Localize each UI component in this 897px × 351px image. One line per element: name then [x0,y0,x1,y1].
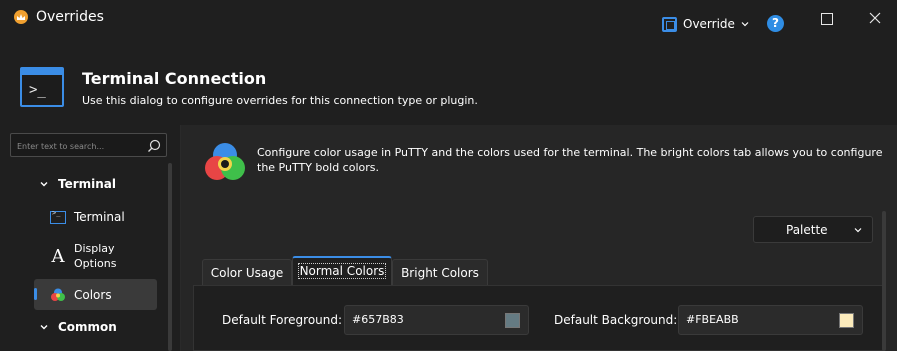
tab-label: Bright Colors [401,266,479,280]
sidebar-item-label: Colors [74,287,112,302]
tree-group-label: Common [58,320,117,334]
window-title: Overrides [36,9,104,25]
close-icon [869,12,881,24]
help-icon[interactable]: ? [767,15,784,32]
intro-text: Configure color usage in PuTTY and the c… [257,146,883,174]
terminal-icon [50,209,66,224]
tab-panel: Default Foreground: #657B83 Default Back… [193,285,885,351]
crown-icon [14,10,28,24]
tab-normal-colors[interactable]: Normal Colors [292,256,392,285]
chevron-down-icon [40,325,48,330]
color-swatch[interactable] [505,313,520,328]
colors-icon [205,143,245,180]
chevron-down-icon [741,22,749,27]
tab-label: Normal Colors [297,263,387,279]
search-input[interactable] [17,139,143,153]
color-value: #657B83 [352,313,404,326]
override-dropdown[interactable]: Override [662,14,749,34]
tab-label: Color Usage [210,266,284,280]
terminal-connection-icon: >_ [20,67,64,107]
page-title: Terminal Connection [82,69,267,88]
main-scrollbar[interactable] [882,211,886,351]
default-background-label: Default Background: [554,313,678,327]
close-button[interactable] [867,10,883,26]
colors-icon [51,288,65,301]
palette-dropdown[interactable]: Palette [753,216,873,243]
sidebar-item-label: Display Options [74,242,117,270]
main-panel: Configure color usage in PuTTY and the c… [181,125,897,351]
page-subtitle: Use this dialog to configure overrides f… [82,94,478,107]
default-background-field[interactable]: #FBEABB [678,305,863,335]
sidebar-item-colors[interactable]: Colors [34,279,157,310]
color-value: #FBEABB [686,313,739,326]
tab-color-usage[interactable]: Color Usage [202,259,292,285]
search-box[interactable] [10,133,167,157]
sidebar-scrollbar[interactable] [168,163,172,351]
tab-bright-colors[interactable]: Bright Colors [392,259,488,285]
tree-group-label: Terminal [58,177,117,191]
default-foreground-label: Default Foreground: [222,313,343,327]
chevron-down-icon [854,228,862,233]
tree-group-terminal[interactable]: Terminal [40,177,116,191]
title-bar: Overrides Override ? [0,0,897,40]
override-label: Override [683,17,735,31]
sidebar-item-terminal[interactable]: Terminal [34,206,157,228]
search-icon[interactable] [146,138,162,154]
maximize-button[interactable] [818,10,834,26]
color-swatch[interactable] [839,313,854,328]
font-icon: A [51,245,65,267]
sidebar-item-label: Terminal [74,210,125,224]
tree-group-common[interactable]: Common [40,320,117,334]
chevron-down-icon [40,182,48,187]
palette-label: Palette [786,223,828,237]
sidebar: Terminal Terminal A Display Options Colo… [0,125,180,351]
override-icon [662,16,677,32]
sidebar-item-display-options[interactable]: A Display Options [34,240,157,272]
default-foreground-field[interactable]: #657B83 [344,305,529,335]
